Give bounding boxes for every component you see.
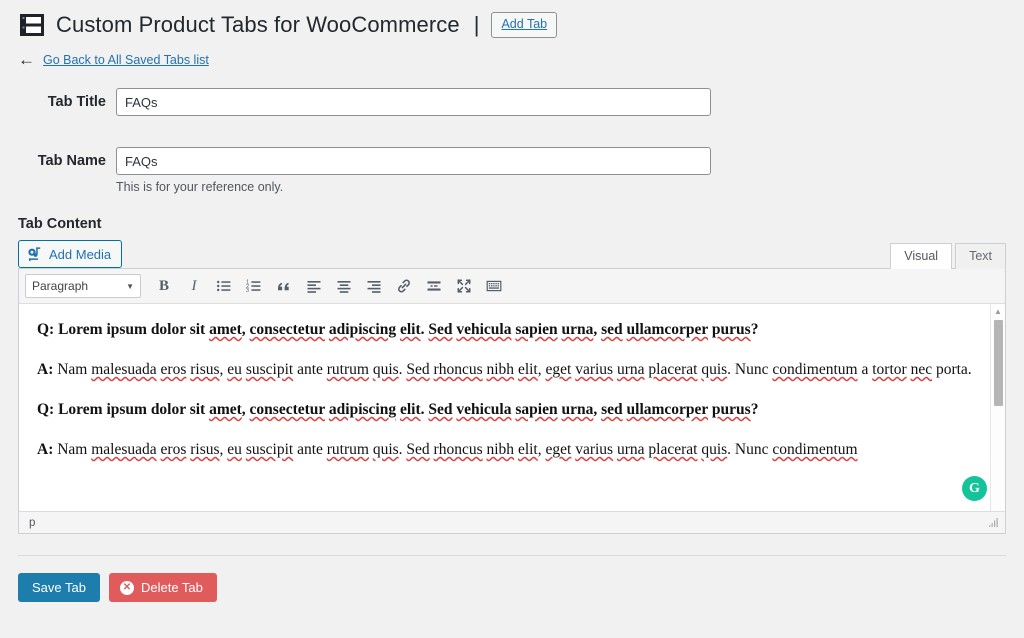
qa-prefix: Q: — [37, 321, 55, 338]
blockquote-icon[interactable] — [269, 273, 299, 299]
fullscreen-icon[interactable] — [449, 273, 479, 299]
grammarly-icon[interactable]: G — [962, 476, 987, 501]
paragraph-text: Nam malesuada eros risus, eu suscipit an… — [53, 441, 858, 459]
editor-paragraph: Q: Lorem ipsum dolor sit amet, consectet… — [37, 318, 975, 342]
close-circle-icon: ✕ — [119, 580, 134, 595]
media-icon — [27, 246, 43, 262]
plugin-tab-editor-page: Custom Product Tabs for WooCommerce | Ad… — [0, 0, 1024, 638]
editor-content-area[interactable]: Q: Lorem ipsum dolor sit amet, consectet… — [19, 304, 1005, 511]
tab-text[interactable]: Text — [955, 243, 1006, 269]
add-media-label: Add Media — [49, 246, 112, 262]
bold-icon[interactable]: B — [149, 273, 179, 299]
tabs-icon — [18, 11, 46, 39]
qa-prefix: A: — [37, 441, 54, 459]
editor-paragraph: A: Nam malesuada eros risus, eu suscipit… — [37, 438, 975, 462]
align-right-icon[interactable] — [359, 273, 389, 299]
editor-resize-handle[interactable] — [988, 517, 999, 528]
editor-box: Paragraph ▼ B I 1 2 3 Q: Lorem ipsum dol… — [18, 268, 1006, 534]
field-spacer — [0, 116, 1024, 147]
tab-name-row: Tab Name — [0, 147, 1024, 175]
editor-paragraph: A: Nam malesuada eros risus, eu suscipit… — [37, 358, 975, 382]
page-title: Custom Product Tabs for WooCommerce — [56, 12, 460, 37]
chevron-down-icon: ▼ — [126, 281, 134, 291]
format-select[interactable]: Paragraph ▼ — [25, 274, 141, 298]
tab-name-label: Tab Name — [37, 153, 106, 169]
tab-name-input[interactable] — [116, 147, 711, 175]
tab-visual[interactable]: Visual — [890, 243, 953, 269]
page-header: Custom Product Tabs for WooCommerce | Ad… — [0, 0, 1024, 39]
paragraph-text: Lorem ipsum dolor sit amet, consectetur … — [54, 321, 759, 338]
tab-name-help-text: This is for your reference only. — [116, 180, 284, 194]
qa-prefix: Q: — [37, 401, 55, 419]
editor-element-path: p — [29, 516, 36, 529]
tab-content-label: Tab Content — [18, 216, 102, 232]
back-to-saved-tabs-link[interactable]: Go Back to All Saved Tabs list — [43, 53, 209, 67]
add-tab-button[interactable]: Add Tab — [491, 12, 558, 38]
tab-form: Tab Title Tab Name This is for your refe… — [0, 88, 1024, 194]
link-icon[interactable] — [389, 273, 419, 299]
align-center-icon[interactable] — [329, 273, 359, 299]
paragraph-text: Lorem ipsum dolor sit amet, consectetur … — [54, 401, 759, 419]
numbered-list-icon[interactable]: 1 2 3 — [239, 273, 269, 299]
editor-mode-tabs: Visual Text — [890, 243, 1006, 269]
save-tab-button[interactable]: Save Tab — [18, 573, 100, 602]
scroll-up-icon[interactable]: ▲ — [991, 304, 1005, 318]
bulleted-list-icon[interactable] — [209, 273, 239, 299]
format-select-value: Paragraph — [32, 279, 89, 293]
qa-prefix: A: — [37, 361, 54, 379]
editor-top-bar: Add Media Visual Text — [18, 240, 1006, 269]
footer-actions: Save Tab ✕ Delete Tab — [0, 556, 1024, 602]
paragraph-text: Nam malesuada eros risus, eu suscipit an… — [53, 361, 972, 379]
delete-tab-label: Delete Tab — [140, 580, 203, 595]
insert-read-more-icon[interactable] — [419, 273, 449, 299]
toolbar-toggle-icon[interactable] — [479, 273, 509, 299]
back-arrow-icon: ← — [18, 50, 35, 69]
italic-icon[interactable]: I — [179, 273, 209, 299]
tab-title-input[interactable] — [116, 88, 711, 116]
editor-statusbar: p — [19, 511, 1005, 533]
add-media-button[interactable]: Add Media — [18, 240, 123, 268]
title-separator: | — [473, 12, 480, 37]
scrollbar-thumb[interactable] — [994, 320, 1003, 406]
editor-toolbar: Paragraph ▼ B I 1 2 3 — [19, 269, 1005, 304]
svg-text:3: 3 — [246, 288, 249, 294]
delete-tab-button[interactable]: ✕ Delete Tab — [108, 573, 217, 602]
editor-scrollbar[interactable]: ▲ — [990, 304, 1005, 511]
tab-content-editor: Tab Content Add Media Visual Text Paragr… — [0, 216, 1024, 534]
tab-title-label: Tab Title — [47, 94, 106, 110]
align-left-icon[interactable] — [299, 273, 329, 299]
tab-title-row: Tab Title — [0, 88, 1024, 116]
back-navigation: ← Go Back to All Saved Tabs list — [0, 39, 1024, 68]
editor-paragraph: Q: Lorem ipsum dolor sit amet, consectet… — [37, 398, 975, 422]
